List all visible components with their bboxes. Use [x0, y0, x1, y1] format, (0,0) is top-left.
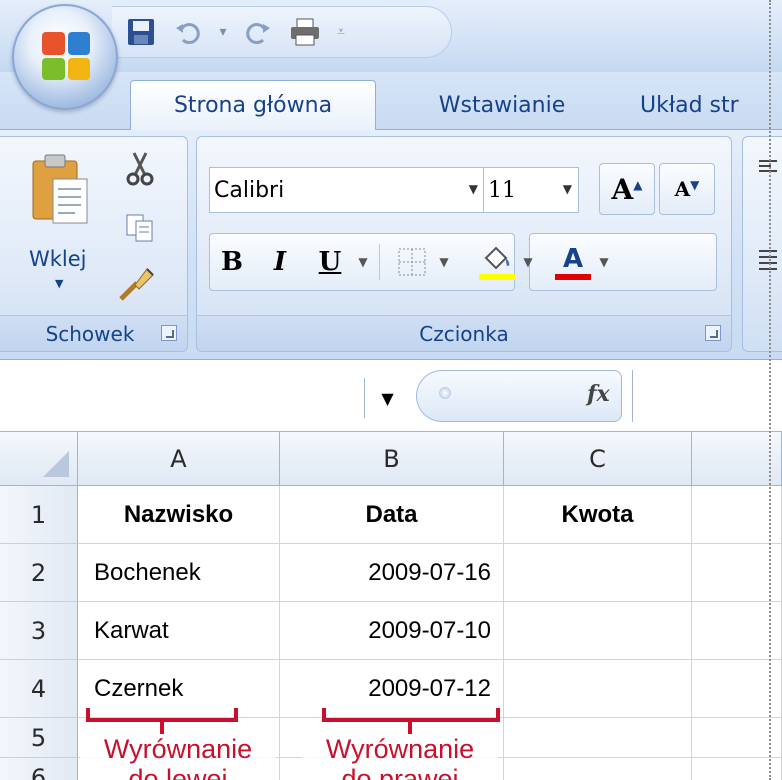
fill-color-button[interactable]: [474, 237, 520, 287]
font-name-value: Calibri: [214, 177, 285, 203]
paste-button[interactable]: Wklej: [29, 247, 87, 271]
formula-bar: ▼ fx: [0, 360, 782, 432]
redo-icon[interactable]: [243, 16, 275, 48]
right-align-annotation-line2: do prawej: [341, 764, 459, 780]
fill-color-dropdown-icon[interactable]: ▼: [520, 255, 536, 269]
italic-button[interactable]: I: [255, 237, 305, 287]
cell-c5[interactable]: [504, 718, 692, 758]
font-color-swatch: [555, 274, 591, 280]
align-top-icon[interactable]: [757, 157, 779, 187]
borders-dropdown-icon[interactable]: ▼: [436, 255, 452, 269]
shrink-font-button[interactable]: A ▼: [659, 163, 715, 215]
cell-b1[interactable]: Data: [280, 486, 504, 544]
font-size-value: 11: [488, 177, 516, 203]
column-header-a[interactable]: A: [78, 432, 280, 486]
bold-button[interactable]: B: [209, 237, 255, 287]
office-button[interactable]: [12, 4, 118, 110]
formula-input[interactable]: [632, 370, 782, 422]
cell-a2[interactable]: Bochenek: [78, 544, 280, 602]
undo-dropdown-icon[interactable]: ▾: [217, 16, 229, 48]
row-header-1[interactable]: 1: [0, 486, 78, 544]
font-color-dropdown-icon[interactable]: ▼: [596, 255, 612, 269]
clipboard-group: Wklej ▼ Schowek: [0, 136, 188, 352]
tab-home[interactable]: Strona główna: [130, 80, 376, 130]
cut-icon[interactable]: [125, 151, 155, 187]
font-color-button[interactable]: A: [550, 237, 596, 287]
left-align-annotation-line1: Wyrównanie: [103, 734, 253, 764]
office-logo-icon: [42, 32, 90, 80]
clipboard-dialog-launcher-icon[interactable]: [161, 325, 177, 341]
cell-c6[interactable]: [504, 758, 692, 780]
font-name-dropdown-icon[interactable]: ▼: [469, 182, 478, 196]
save-icon[interactable]: [125, 16, 157, 48]
ribbon-tabs: Strona główna Wstawianie Układ str: [0, 72, 782, 130]
cell-c2[interactable]: [504, 544, 692, 602]
left-align-bracket: [86, 708, 238, 734]
cell-a1[interactable]: Nazwisko: [78, 486, 280, 544]
format-painter-icon[interactable]: [117, 263, 157, 303]
row-header-4[interactable]: 4: [0, 660, 78, 718]
font-size-dropdown-icon[interactable]: ▼: [563, 182, 572, 196]
left-align-annotation-line2: do lewej: [128, 764, 228, 780]
cell-c1[interactable]: Kwota: [504, 486, 692, 544]
customize-qat-icon[interactable]: ⩡: [335, 16, 347, 48]
alignment-group-partial: [742, 136, 782, 352]
underline-button[interactable]: U: [305, 237, 355, 287]
underline-dropdown-icon[interactable]: ▼: [355, 255, 371, 269]
borders-icon[interactable]: [388, 237, 436, 287]
row-header-5[interactable]: 5: [0, 718, 78, 758]
font-name-select[interactable]: Calibri ▼: [209, 167, 485, 213]
cell-c4[interactable]: [504, 660, 692, 718]
screenshot-edge: [769, 0, 771, 780]
row-header-6[interactable]: 6: [0, 758, 78, 780]
font-size-select[interactable]: 11 ▼: [483, 167, 579, 213]
cell-b3[interactable]: 2009-07-10: [280, 602, 504, 660]
grow-font-label: A: [611, 172, 634, 206]
fill-color-swatch: [479, 274, 515, 280]
cell-b2[interactable]: 2009-07-16: [280, 544, 504, 602]
cell-a3[interactable]: Karwat: [78, 602, 280, 660]
right-align-bracket: [322, 708, 500, 734]
grow-font-button[interactable]: A ▲: [599, 163, 655, 215]
left-align-annotation: Wyrównanie do lewej: [80, 734, 276, 780]
format-row: B I U ▼ ▼ ▼ A ▼: [209, 237, 612, 287]
font-color-label: A: [562, 244, 584, 274]
name-box-dropdown-icon[interactable]: ▼: [364, 378, 410, 418]
select-all-icon: [43, 451, 69, 477]
font-group-label: Czcionka: [197, 315, 731, 351]
right-align-annotation-line1: Wyrównanie: [325, 734, 475, 764]
right-align-annotation: Wyrównanie do prawej: [302, 734, 498, 780]
align-left-icon[interactable]: [757, 247, 779, 277]
paint-bucket-icon: [484, 246, 510, 270]
grow-font-arrow-icon: ▲: [633, 178, 643, 192]
cell-c3[interactable]: [504, 602, 692, 660]
font-group: Calibri ▼ 11 ▼ A ▲ A ▼ B I U ▼ ▼ ▼ A ▼ C…: [196, 136, 732, 352]
shrink-font-arrow-icon: ▼: [690, 178, 700, 192]
select-all-corner[interactable]: [0, 432, 78, 486]
shrink-font-label: A: [674, 177, 691, 201]
tab-page-layout[interactable]: Układ str: [640, 80, 782, 130]
font-dialog-launcher-icon[interactable]: [705, 325, 721, 341]
quick-access-buttons: ▾ ⩡: [125, 12, 347, 52]
expand-icon[interactable]: [439, 387, 451, 399]
spreadsheet-grid: A B C 1 2 3 4 5 6 Nazwisko Data Kwota Bo…: [0, 432, 782, 780]
column-header-b[interactable]: B: [280, 432, 504, 486]
print-icon[interactable]: [289, 16, 321, 48]
copy-icon[interactable]: [125, 213, 155, 243]
formula-tools: fx: [416, 370, 622, 422]
row-header-3[interactable]: 3: [0, 602, 78, 660]
tab-insert[interactable]: Wstawianie: [412, 80, 592, 130]
paste-icon[interactable]: [31, 153, 89, 225]
clipboard-group-label: Schowek: [0, 315, 187, 351]
ribbon: Wklej ▼ Schowek Calibri ▼ 11 ▼ A ▲ A ▼ B…: [0, 130, 782, 360]
separator: [379, 244, 380, 280]
paste-dropdown-icon[interactable]: ▼: [55, 277, 63, 290]
insert-function-button[interactable]: fx: [587, 381, 610, 407]
row-header-2[interactable]: 2: [0, 544, 78, 602]
column-header-c[interactable]: C: [504, 432, 692, 486]
undo-icon[interactable]: [171, 16, 203, 48]
